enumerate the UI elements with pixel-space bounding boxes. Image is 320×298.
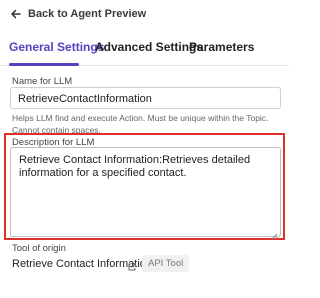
tab-advanced-settings[interactable]: Advanced Settings (95, 40, 203, 54)
description-field-value: Retrieve Contact Information:Retrieves d… (19, 154, 251, 179)
description-for-llm-textarea[interactable]: Retrieve Contact Information:Retrieves d… (10, 147, 281, 240)
back-link-label: Back to Agent Preview (28, 8, 147, 20)
resize-handle-icon[interactable] (271, 227, 278, 240)
external-link-icon[interactable] (127, 259, 137, 271)
name-for-llm-input[interactable]: RetrieveContactInformation (10, 87, 281, 109)
name-field-value: RetrieveContactInformation (18, 93, 152, 105)
tab-parameters[interactable]: Parameters (189, 40, 254, 54)
back-to-agent-preview-link[interactable]: Back to Agent Preview (10, 8, 146, 20)
api-tool-badge: API Tool (142, 255, 190, 272)
settings-tabs: General Settings Advanced Settings Param… (0, 38, 289, 66)
arrow-left-icon (10, 8, 22, 20)
active-tab-indicator (9, 63, 79, 66)
name-field-label: Name for LLM (12, 76, 73, 87)
tab-general-settings[interactable]: General Settings (9, 40, 104, 54)
tool-origin-label: Tool of origin (12, 243, 66, 254)
